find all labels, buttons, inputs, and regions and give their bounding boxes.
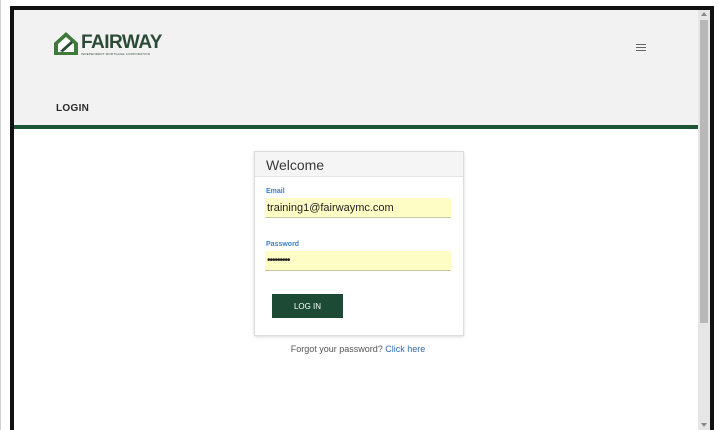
scroll-thumb[interactable]	[700, 20, 708, 323]
email-field[interactable]	[265, 198, 451, 218]
top-header: FAIRWAY INDEPENDENT MORTGAGE CORPORATION…	[14, 10, 700, 125]
logo-text: FAIRWAY INDEPENDENT MORTGAGE CORPORATION	[81, 33, 162, 56]
forgot-password-text: Forgot your password?	[290, 344, 386, 354]
password-label: Password	[266, 241, 300, 248]
brand-name: FAIRWAY	[81, 32, 162, 53]
card-title: Welcome	[266, 157, 325, 173]
password-field[interactable]	[265, 251, 451, 271]
email-label: Email	[266, 188, 285, 195]
browser-window: FAIRWAY INDEPENDENT MORTGAGE CORPORATION…	[10, 6, 714, 430]
card-header: Welcome	[255, 152, 463, 177]
house-logo-icon	[54, 32, 78, 55]
forgot-password-link[interactable]: Click here	[385, 344, 425, 354]
login-card: Welcome Email Password LOG IN	[254, 151, 464, 336]
nav-login-tab[interactable]: LOGIN	[56, 103, 89, 114]
scroll-down-arrow-icon[interactable]	[701, 423, 707, 427]
accent-divider	[14, 125, 700, 129]
vertical-scrollbar[interactable]	[698, 10, 710, 430]
brand-tagline: INDEPENDENT MORTGAGE CORPORATION	[81, 52, 151, 56]
scroll-up-arrow-icon[interactable]	[701, 12, 707, 16]
forgot-password-row: Forgot your password? Click here	[254, 344, 462, 354]
hamburger-icon[interactable]	[636, 44, 646, 54]
login-button[interactable]: LOG IN	[272, 294, 343, 318]
fairway-logo[interactable]: FAIRWAY INDEPENDENT MORTGAGE CORPORATION	[53, 30, 162, 56]
